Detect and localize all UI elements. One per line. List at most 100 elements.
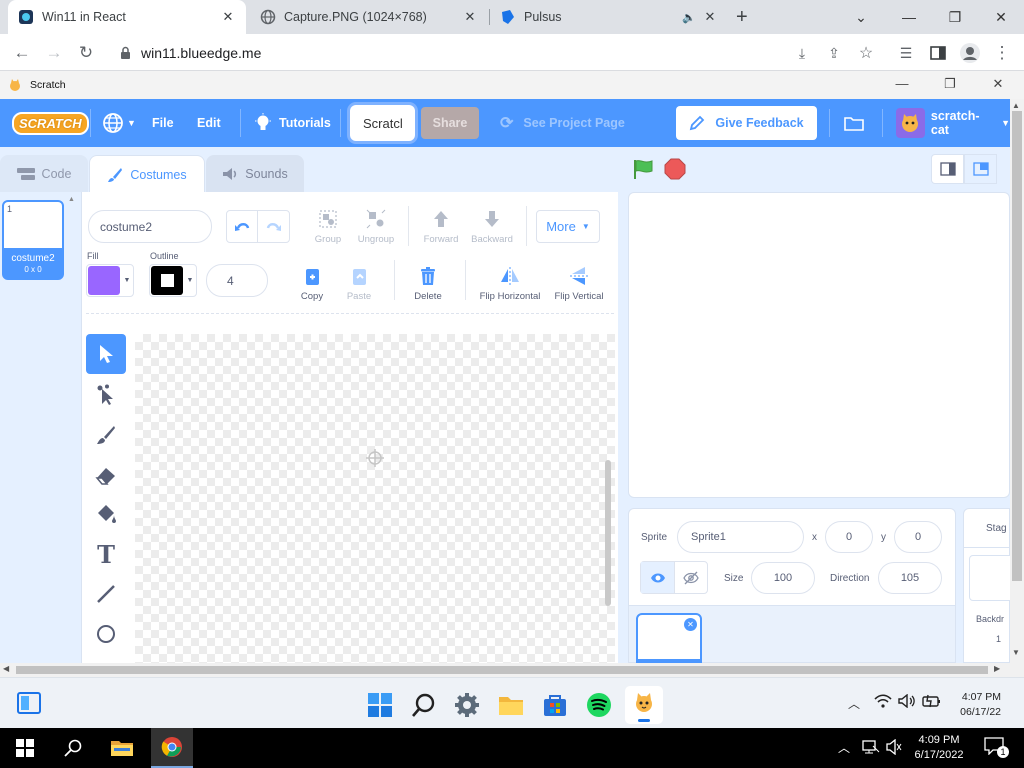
group-button[interactable]: Group	[310, 208, 346, 245]
windows-start-icon[interactable]	[10, 733, 40, 763]
eraser-tool[interactable]	[86, 455, 126, 495]
see-project-page-button[interactable]: ⟳ See Project Page	[500, 99, 625, 147]
sprite-thumbnail[interactable]: ✕	[636, 613, 702, 663]
outline-width-input[interactable]: 4	[206, 264, 268, 297]
redo-button[interactable]	[258, 211, 289, 242]
tab-pulsus[interactable]: Pulsus 🔈 ✕	[490, 0, 728, 34]
forward-arrow-icon[interactable]: →	[40, 39, 68, 67]
app-minimize-button[interactable]: —	[887, 76, 917, 91]
tab-code[interactable]: Code	[0, 155, 88, 192]
windows-start-icon[interactable]	[365, 690, 395, 720]
tutorials-button[interactable]: Tutorials	[254, 99, 331, 147]
undo-button[interactable]	[227, 211, 259, 242]
edit-menu[interactable]: Edit	[197, 99, 221, 147]
fill-tool[interactable]	[86, 494, 126, 534]
tab-win11[interactable]: Win11 in React ✕	[8, 0, 246, 34]
outline-color-picker[interactable]: ▼	[149, 264, 197, 297]
give-feedback-button[interactable]: Give Feedback	[676, 106, 817, 140]
tab-search-chevron-icon[interactable]: ⌄	[838, 0, 884, 34]
address-bar[interactable]: win11.blueedge.me	[108, 38, 878, 67]
circle-tool[interactable]	[86, 614, 126, 654]
sprite-name-input[interactable]: Sprite1	[677, 521, 804, 553]
store-icon[interactable]	[540, 690, 570, 720]
spotify-icon[interactable]	[584, 690, 614, 720]
scratch-logo[interactable]: SCRATCH	[12, 99, 89, 147]
file-menu[interactable]: File	[152, 99, 174, 147]
restore-button[interactable]: ❐	[932, 0, 978, 34]
kebab-menu-icon[interactable]: ⋮	[988, 39, 1016, 67]
search-icon[interactable]	[58, 733, 88, 763]
app-maximize-button[interactable]: ❐	[935, 76, 965, 92]
battery-icon[interactable]	[922, 693, 942, 709]
reading-list-icon[interactable]: ☰	[892, 39, 920, 67]
canvas-scrollbar[interactable]	[605, 460, 611, 606]
close-tab-icon[interactable]: ✕	[462, 9, 478, 25]
bookmark-star-icon[interactable]: ☆	[852, 39, 880, 67]
show-sprite-button[interactable]	[641, 562, 675, 593]
close-window-button[interactable]: ✕	[978, 0, 1024, 34]
volume-icon[interactable]	[898, 694, 916, 708]
flip-horizontal-button[interactable]: Flip Horizontal	[475, 265, 545, 302]
close-tab-icon[interactable]: ✕	[702, 9, 718, 25]
reshape-tool[interactable]	[86, 375, 126, 415]
size-input[interactable]: 100	[751, 562, 815, 594]
web-clock[interactable]: 4:07 PM 06/17/22	[953, 690, 1001, 720]
ungroup-button[interactable]: Ungroup	[355, 208, 397, 245]
widgets-icon[interactable]	[14, 688, 44, 718]
stage-selector[interactable]: Stag Backdr 1	[963, 508, 1014, 663]
scroll-up-arrow-icon[interactable]: ▲	[68, 196, 75, 203]
x-input[interactable]: 0	[825, 521, 873, 553]
speaker-icon[interactable]: 🔈	[682, 11, 696, 24]
line-tool[interactable]	[86, 574, 126, 614]
chevron-up-icon[interactable]: ︿	[848, 695, 860, 712]
minimize-button[interactable]: —	[886, 0, 932, 34]
share-icon[interactable]: ⇪	[820, 39, 848, 67]
fill-color-picker[interactable]: ▼	[86, 264, 134, 297]
tab-costumes[interactable]: Costumes	[89, 155, 205, 193]
brush-tool[interactable]	[86, 415, 126, 455]
horizontal-scrollbar[interactable]: ◀ ▶	[0, 663, 1010, 677]
network-icon[interactable]	[862, 739, 880, 755]
hide-sprite-button[interactable]	[675, 562, 707, 593]
file-explorer-icon[interactable]	[496, 690, 526, 720]
backward-button[interactable]: Backward	[468, 208, 516, 245]
more-dropdown[interactable]: More ▼	[536, 210, 600, 243]
wifi-icon[interactable]	[874, 694, 892, 708]
small-stage-button[interactable]	[931, 154, 964, 184]
costume-item[interactable]: 1 costume2 0 x 0	[2, 200, 64, 280]
direction-input[interactable]: 105	[878, 562, 942, 594]
select-tool[interactable]	[86, 334, 126, 374]
y-input[interactable]: 0	[894, 521, 942, 553]
tab-sounds[interactable]: Sounds	[206, 155, 304, 192]
share-button[interactable]: Share	[421, 107, 479, 139]
profile-avatar-icon[interactable]	[956, 39, 984, 67]
search-icon[interactable]	[409, 690, 439, 720]
settings-gear-icon[interactable]	[452, 690, 482, 720]
flip-vertical-button[interactable]: Flip Vertical	[550, 265, 608, 302]
scroll-up-arrow-icon[interactable]: ▲	[1012, 101, 1020, 110]
host-clock[interactable]: 4:09 PM 6/17/2022	[912, 733, 966, 763]
stop-icon[interactable]	[664, 158, 686, 180]
paste-button[interactable]: Paste	[340, 265, 378, 302]
costume-name-input[interactable]: costume2	[88, 210, 212, 243]
scrollbar-thumb[interactable]	[1012, 111, 1022, 581]
scroll-down-arrow-icon[interactable]: ▼	[1012, 648, 1020, 657]
scrollbar-thumb[interactable]	[16, 666, 988, 674]
language-menu[interactable]: ▼	[102, 99, 136, 147]
install-icon[interactable]: ⤓	[788, 39, 816, 67]
file-explorer-icon[interactable]	[107, 733, 137, 763]
large-stage-button[interactable]	[964, 154, 997, 184]
account-menu[interactable]: scratch-cat ▼	[896, 99, 1010, 147]
delete-sprite-icon[interactable]: ✕	[684, 618, 697, 631]
reload-icon[interactable]: ↻	[72, 39, 100, 67]
tab-capture[interactable]: Capture.PNG (1024×768) ✕	[250, 0, 488, 34]
new-tab-button[interactable]: +	[736, 6, 748, 29]
paint-canvas[interactable]	[135, 334, 615, 663]
chevron-up-icon[interactable]: ︿	[838, 739, 850, 756]
scroll-right-arrow-icon[interactable]: ▶	[994, 664, 1000, 673]
text-tool[interactable]: T	[86, 534, 126, 574]
side-panel-icon[interactable]	[924, 39, 952, 67]
copy-button[interactable]: Copy	[294, 265, 330, 302]
volume-icon[interactable]	[886, 739, 902, 755]
vertical-scrollbar[interactable]: ▲ ▼	[1010, 99, 1024, 677]
